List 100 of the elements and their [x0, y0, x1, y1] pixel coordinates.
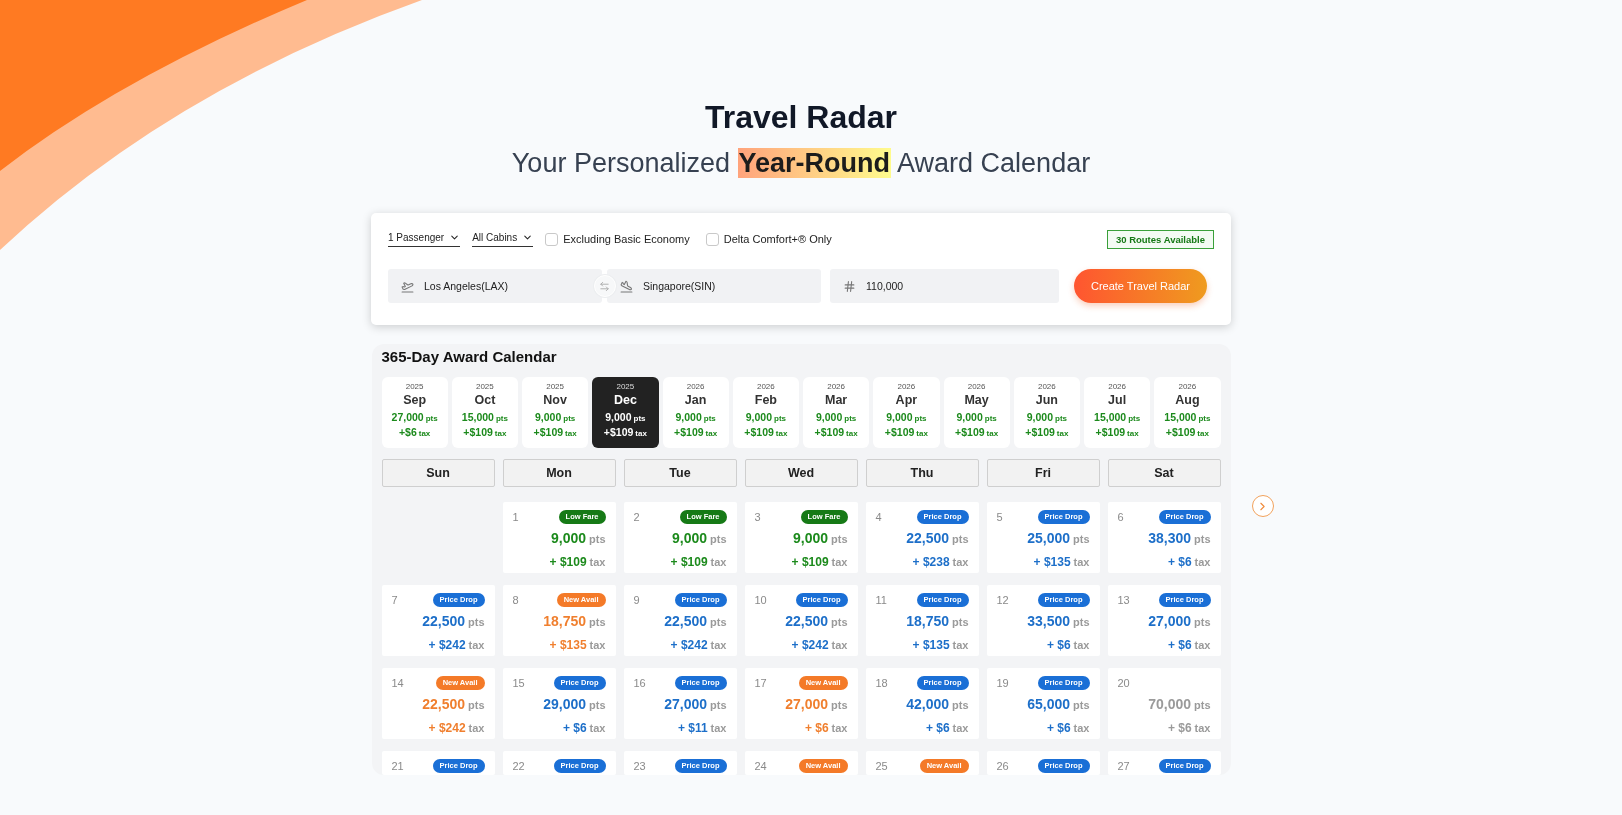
day-points: 9,000 pts	[792, 529, 848, 548]
swap-arrows-icon	[599, 280, 610, 292]
month-tab[interactable]: 2026 Jan 9,000 pts +$109 tax	[662, 377, 729, 448]
day-number: 15	[512, 676, 525, 690]
month-tab[interactable]: 2026 Jun 9,000 pts +$109 tax	[1013, 377, 1080, 448]
day-number: 6	[1117, 510, 1124, 524]
month-tab[interactable]: 2025 Sep 27,000 pts +$6 tax	[381, 377, 448, 448]
day-number: 20	[1117, 676, 1130, 690]
weekday-header: Tue	[623, 459, 737, 487]
routes-available-badge: 30 Routes Available	[1106, 229, 1214, 249]
month-tab[interactable]: 2025 Oct 15,000 pts +$109 tax	[451, 377, 518, 448]
day-points: 18,750 pts	[543, 612, 606, 631]
day-number: 3	[754, 510, 761, 524]
day-number: 8	[512, 593, 519, 607]
day-tax: + $135 tax	[1033, 554, 1090, 570]
day-points: 25,000 pts	[1027, 529, 1090, 548]
day-tax: + $109 tax	[670, 554, 727, 570]
day-tax: + $6 tax	[1167, 637, 1211, 653]
day-points: 38,300 pts	[1148, 529, 1211, 548]
day-points: 33,500 pts	[1027, 612, 1090, 631]
hash-icon	[843, 279, 856, 293]
calendar-title: 365-Day Award Calendar	[381, 348, 558, 366]
day-tax: + $242 tax	[428, 720, 485, 736]
day-number: 11	[875, 593, 887, 607]
day-number: 21	[391, 759, 404, 773]
day-points: 27,000 pts	[785, 695, 848, 714]
day-number: 4	[875, 510, 882, 524]
checkbox[interactable]	[545, 232, 559, 246]
day-points: 27,000 pts	[1148, 612, 1211, 631]
day-points: 29,000 pts	[543, 695, 606, 714]
checkbox-label: Excluding Basic Economy	[563, 233, 690, 245]
day-tax: + $6 tax	[804, 720, 848, 736]
swap-button[interactable]	[593, 275, 616, 297]
day-points: 27,000 pts	[664, 695, 727, 714]
weekday-header: Wed	[744, 459, 858, 487]
day-tax: + $242 tax	[428, 637, 485, 653]
day-number: 16	[633, 676, 646, 690]
day-points: 9,000 pts	[550, 529, 606, 548]
day-number: 10	[754, 593, 767, 607]
day-points: 65,000 pts	[1027, 695, 1090, 714]
day-tax: + $242 tax	[791, 637, 848, 653]
day-points: 22,500 pts	[664, 612, 727, 631]
day-number: 27	[1117, 759, 1130, 773]
weekday-header: Fri	[986, 459, 1100, 487]
next-button[interactable]	[1251, 495, 1274, 517]
day-number: 17	[754, 676, 767, 690]
filter-dropdown[interactable]: 1 Passenger	[388, 231, 461, 247]
month-tab[interactable]: 2026 May 9,000 pts +$109 tax	[943, 377, 1010, 448]
day-tax: + $135 tax	[549, 637, 606, 653]
month-tab[interactable]: 2026 Apr 9,000 pts +$109 tax	[873, 377, 940, 448]
day-number: 23	[633, 759, 646, 773]
day-number: 13	[1117, 593, 1130, 607]
month-tab[interactable]: 2026 Aug 15,000 pts +$109 tax	[1154, 377, 1221, 448]
day-tax: + $109 tax	[791, 554, 848, 570]
day-points: 42,000 pts	[906, 695, 969, 714]
day-number: 18	[875, 676, 888, 690]
weekday-header: Mon	[502, 459, 616, 487]
day-tax: + $242 tax	[670, 637, 727, 653]
day-points: 9,000 pts	[671, 529, 727, 548]
day-tax: + $6 tax	[1167, 554, 1211, 570]
checkbox[interactable]	[705, 232, 719, 246]
weekday-header: Sat	[1107, 459, 1221, 487]
day-tax: + $6 tax	[925, 720, 969, 736]
month-tab[interactable]: 2025 Dec 9,000 pts +$109 tax	[592, 377, 659, 448]
month-tab[interactable]: 2026 Feb 9,000 pts +$109 tax	[732, 377, 799, 448]
day-tax: + $135 tax	[912, 637, 969, 653]
day-number: 2	[633, 510, 640, 524]
plane-takeoff-icon	[401, 279, 414, 293]
day-number: 26	[996, 759, 1009, 773]
day-points: 22,500 pts	[422, 695, 485, 714]
page-subtitle: Your Personalized Year-Round Award Calendar	[511, 147, 1091, 179]
day-tax: + $109 tax	[549, 554, 606, 570]
weekday-header: Thu	[865, 459, 979, 487]
month-tab[interactable]: 2026 Jul 15,000 pts +$109 tax	[1084, 377, 1151, 448]
page-title: Travel Radar	[704, 98, 898, 136]
month-tab[interactable]: 2025 Nov 9,000 pts +$109 tax	[522, 377, 589, 448]
day-number: 14	[391, 676, 404, 690]
day-tax: + $11 tax	[677, 720, 727, 736]
day-points: 22,500 pts	[785, 612, 848, 631]
checkbox-label: Delta Comfort+® Only	[723, 233, 832, 245]
day-tax: + $238 tax	[912, 554, 969, 570]
day-number: 1	[512, 510, 519, 524]
day-number: 22	[512, 759, 525, 773]
day-number: 25	[875, 759, 888, 773]
plane-landing-icon	[620, 279, 633, 293]
origin-field[interactable]: Los Angeles(LAX)	[388, 269, 602, 303]
day-number: 5	[996, 510, 1003, 524]
day-points: 22,500 pts	[422, 612, 485, 631]
day-number: 9	[633, 593, 640, 607]
day-number: 24	[754, 759, 767, 773]
day-tax: + $6 tax	[1046, 720, 1090, 736]
points-field[interactable]: 110,000	[830, 269, 1059, 303]
destination-field[interactable]: Singapore(SIN)	[607, 269, 821, 303]
day-tax: + $6 tax	[562, 720, 606, 736]
day-points: 18,750 pts	[906, 612, 969, 631]
weekday-header: Sun	[381, 459, 495, 487]
filter-dropdown[interactable]: All Cabins	[472, 231, 534, 247]
day-points: 70,000 pts	[1148, 695, 1211, 714]
day-number: 19	[996, 676, 1009, 690]
month-tab[interactable]: 2026 Mar 9,000 pts +$109 tax	[803, 377, 870, 448]
